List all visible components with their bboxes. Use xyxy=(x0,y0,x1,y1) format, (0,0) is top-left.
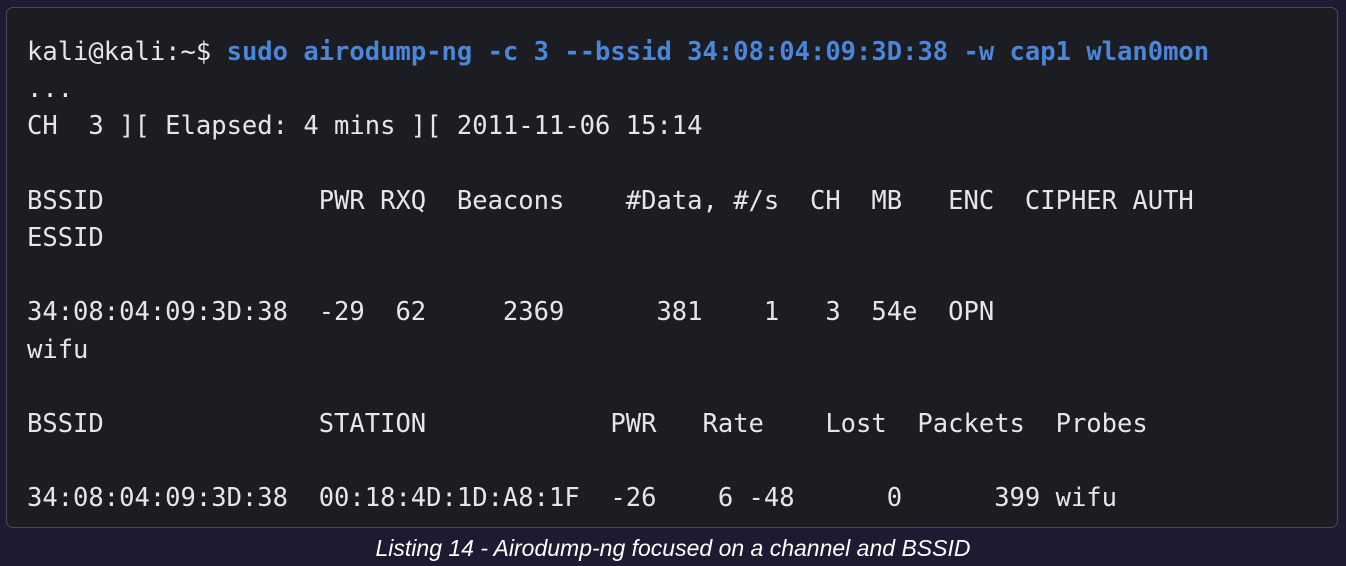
output-line-blank xyxy=(27,257,1209,294)
output-line-blank xyxy=(27,443,1209,480)
output-line-blank xyxy=(27,369,1209,406)
output-line-ellipsis: ... xyxy=(27,74,74,105)
terminal-window: kali@kali:~$ sudo airodump-ng -c 3 --bss… xyxy=(6,7,1338,528)
station-table-header: BSSID STATION PWR Rate Lost Packets Prob… xyxy=(27,408,1148,439)
shell-prompt: kali@kali:~$ xyxy=(27,37,227,67)
ap-table-header-essid: ESSID xyxy=(27,222,104,253)
output-line-blank xyxy=(27,146,1209,183)
ap-table-row: 34:08:04:09:3D:38 -29 62 2369 381 1 3 54… xyxy=(27,297,995,328)
airodump-command: sudo airodump-ng -c 3 --bssid 34:08:04:0… xyxy=(226,37,1210,67)
listing-caption: Listing 14 - Airodump-ng focused on a ch… xyxy=(375,535,971,561)
command-line: kali@kali:~$ sudo airodump-ng -c 3 --bss… xyxy=(27,34,1209,71)
ap-table-row-essid: wifu xyxy=(27,334,89,365)
station-table-row: 34:08:04:09:3D:38 00:18:4D:1D:A8:1F -26 … xyxy=(27,483,1118,514)
output-line-status: CH 3 ][ Elapsed: 4 mins ][ 2011-11-06 15… xyxy=(27,111,703,142)
ap-table-header: BSSID PWR RXQ Beacons #Data, #/s CH MB E… xyxy=(27,185,1194,216)
terminal-output[interactable]: kali@kali:~$ sudo airodump-ng -c 3 --bss… xyxy=(27,34,1209,517)
